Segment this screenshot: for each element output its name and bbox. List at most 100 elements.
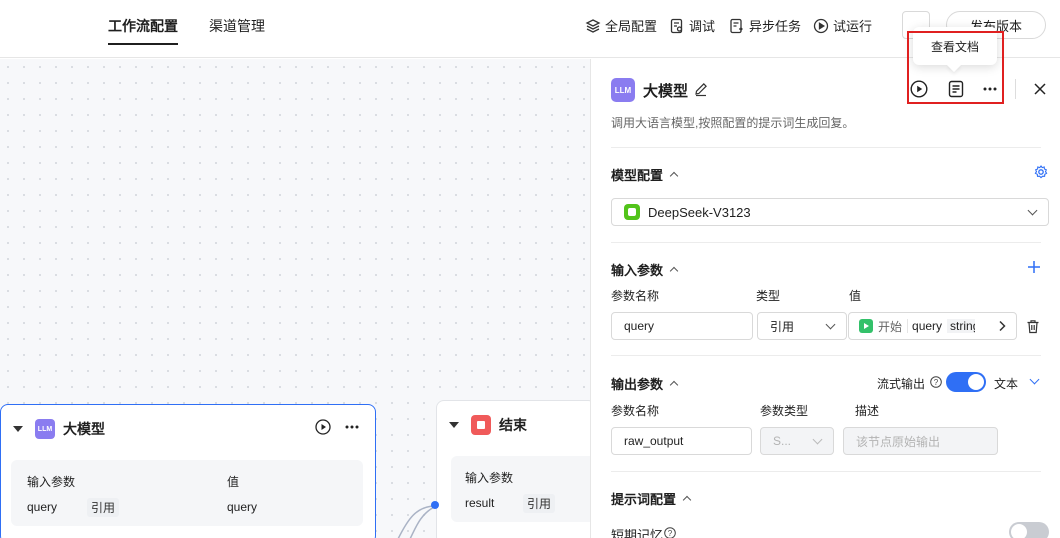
chevron-down-icon bbox=[812, 434, 823, 444]
output-param-type-select: S... bbox=[760, 427, 834, 455]
llm-badge-icon: LLM bbox=[611, 78, 635, 102]
help-icon[interactable]: ? bbox=[664, 527, 676, 538]
collapse-caret-icon[interactable] bbox=[13, 426, 23, 432]
debug-icon bbox=[670, 18, 683, 33]
divider bbox=[611, 471, 1041, 472]
model-select[interactable]: DeepSeek-V3123 bbox=[611, 198, 1049, 226]
highlight-box bbox=[907, 31, 1004, 104]
divider bbox=[611, 242, 1041, 243]
section-title: 提示词配置 bbox=[611, 492, 677, 507]
ref-var-type: string bbox=[947, 319, 976, 333]
chevron-up-icon bbox=[669, 266, 679, 276]
debug-button[interactable]: 调试 bbox=[669, 16, 715, 35]
chevron-down-icon[interactable] bbox=[1029, 374, 1040, 385]
panel-description: 调用大语言模型,按照配置的提示词生成回复。 bbox=[611, 116, 855, 130]
param-value: query bbox=[227, 500, 258, 514]
node-config-panel: LLM 大模型 调用大语言模型,按照配置的提示词生成回复。 模型配置 DeepS… bbox=[590, 59, 1060, 538]
param-name: query bbox=[27, 500, 58, 514]
output-param-name-input[interactable]: raw_output bbox=[611, 427, 752, 455]
end-node[interactable]: 结束 输入参数 result 引用 bbox=[436, 400, 611, 538]
model-name: DeepSeek-V3123 bbox=[648, 204, 751, 220]
stop-icon bbox=[471, 415, 491, 435]
stream-output-label: 流式输出 bbox=[877, 377, 926, 391]
param-name-input[interactable]: query bbox=[611, 312, 753, 340]
play-circle-icon bbox=[813, 18, 829, 33]
end-node-header: 结束 bbox=[449, 415, 527, 435]
gear-icon[interactable] bbox=[1034, 165, 1048, 179]
tab-workflow-config[interactable]: 工作流配置 bbox=[108, 16, 178, 45]
divider bbox=[611, 355, 1041, 356]
divider bbox=[1015, 79, 1016, 99]
close-icon[interactable] bbox=[1033, 82, 1047, 96]
output-format-label: 文本 bbox=[994, 377, 1019, 391]
async-task-label: 异步任务 bbox=[749, 19, 802, 34]
short-term-memory-toggle[interactable] bbox=[1009, 522, 1049, 538]
llm-node-params: 输入参数 值 query 引用 query bbox=[11, 460, 363, 526]
llm-node[interactable]: LLM 大模型 输入参数 值 query 引用 query bbox=[0, 404, 376, 538]
llm-node-actions bbox=[315, 419, 359, 435]
llm-node-header: LLM 大模型 bbox=[13, 419, 105, 439]
start-node-icon bbox=[859, 319, 873, 333]
col-value: 值 bbox=[849, 289, 862, 303]
col-input-params: 输入参数 bbox=[27, 475, 76, 489]
end-node-title: 结束 bbox=[499, 417, 527, 433]
tab-channel-management[interactable]: 渠道管理 bbox=[209, 16, 265, 36]
divider bbox=[611, 147, 1041, 148]
param-type-select[interactable]: 引用 bbox=[757, 312, 847, 340]
col-type: 类型 bbox=[756, 289, 781, 303]
layers-icon bbox=[585, 18, 601, 33]
global-config-button[interactable]: 全局配置 bbox=[585, 16, 657, 35]
trash-icon[interactable] bbox=[1026, 319, 1040, 334]
chevron-up-icon bbox=[669, 380, 679, 390]
workflow-canvas[interactable]: LLM 大模型 输入参数 值 query 引用 query 结束 输入参数 re… bbox=[0, 59, 611, 538]
prompt-config-section[interactable]: 提示词配置 bbox=[611, 489, 692, 508]
chevron-down-icon bbox=[825, 319, 836, 329]
debug-label: 调试 bbox=[689, 19, 716, 34]
short-term-memory-label: 短期记忆 bbox=[611, 528, 664, 538]
input-port[interactable] bbox=[431, 501, 439, 509]
param-value-reference[interactable]: 开始 query string bbox=[848, 312, 1017, 340]
panel-title: 大模型 bbox=[643, 83, 689, 100]
llm-badge-icon: LLM bbox=[35, 419, 55, 439]
chevron-up-icon bbox=[682, 495, 692, 505]
global-config-label: 全局配置 bbox=[605, 19, 658, 34]
edit-pencil-icon[interactable] bbox=[693, 81, 709, 97]
stream-output-toggle[interactable] bbox=[946, 372, 986, 392]
more-icon[interactable] bbox=[345, 425, 359, 429]
col-param-type: 参数类型 bbox=[760, 404, 809, 418]
test-run-label: 试运行 bbox=[833, 19, 873, 34]
param-tag: 引用 bbox=[523, 494, 556, 513]
top-bar: 工作流配置 渠道管理 全局配置 调试 异步任务 试运行 发布版本 bbox=[0, 0, 1060, 58]
end-node-params: 输入参数 result 引用 bbox=[451, 456, 611, 522]
ref-var-name: query bbox=[907, 319, 942, 333]
ref-node-name: 开始 bbox=[878, 319, 903, 334]
add-icon[interactable] bbox=[1027, 260, 1041, 274]
edge-connector bbox=[397, 505, 435, 538]
param-type-value: 引用 bbox=[770, 319, 795, 334]
col-param-name: 参数名称 bbox=[611, 404, 660, 418]
input-params-section[interactable]: 输入参数 bbox=[611, 260, 679, 279]
param-tag: 引用 bbox=[87, 498, 120, 517]
async-task-icon bbox=[730, 18, 743, 33]
chevron-up-icon bbox=[669, 171, 679, 181]
section-title: 输出参数 bbox=[611, 377, 664, 392]
section-title: 输入参数 bbox=[611, 263, 664, 278]
async-task-button[interactable]: 异步任务 bbox=[729, 16, 801, 35]
col-param-name: 参数名称 bbox=[611, 289, 660, 303]
col-input-params: 输入参数 bbox=[465, 471, 514, 485]
chevron-right-icon bbox=[999, 320, 1006, 332]
run-node-icon[interactable] bbox=[315, 419, 331, 435]
test-run-button[interactable]: 试运行 bbox=[813, 16, 872, 35]
col-value: 值 bbox=[227, 475, 240, 489]
param-name: result bbox=[465, 496, 495, 510]
model-config-section[interactable]: 模型配置 bbox=[611, 165, 679, 184]
model-brand-icon bbox=[624, 204, 640, 220]
collapse-caret-icon[interactable] bbox=[449, 422, 459, 428]
col-description: 描述 bbox=[855, 404, 880, 418]
section-title: 模型配置 bbox=[611, 168, 664, 183]
output-params-section[interactable]: 输出参数 bbox=[611, 374, 679, 393]
svg-text:?: ? bbox=[934, 378, 939, 387]
llm-node-title: 大模型 bbox=[63, 421, 105, 437]
help-icon[interactable]: ? bbox=[930, 376, 942, 388]
output-param-type-value: S... bbox=[773, 434, 792, 448]
